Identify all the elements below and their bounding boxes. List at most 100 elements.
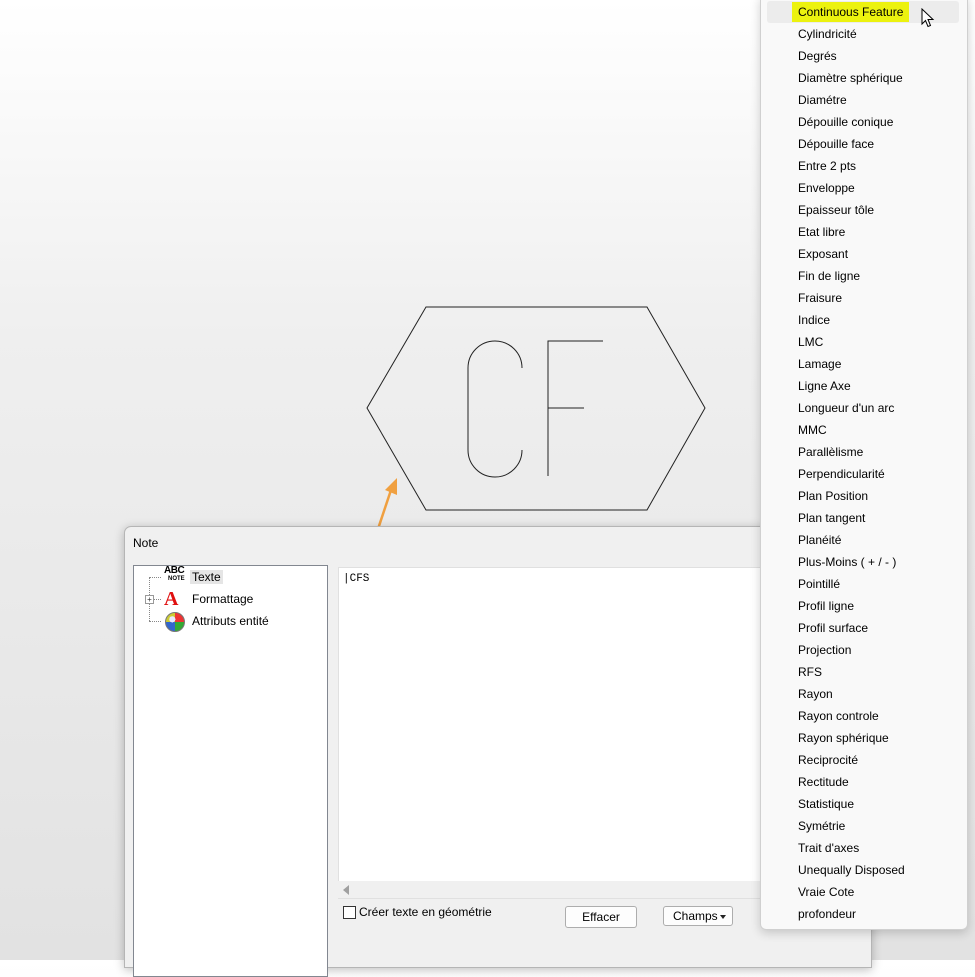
menu-item[interactable]: Perpendicularité [767, 463, 959, 485]
menu-item-label: profondeur [798, 907, 857, 921]
effacer-button[interactable]: Effacer [565, 906, 637, 928]
menu-item-label: Cylindricité [798, 27, 857, 41]
menu-item-label: Rayon sphérique [798, 731, 889, 745]
menu-item[interactable]: Fin de ligne [767, 265, 959, 287]
menu-item[interactable]: Unequally Disposed [767, 859, 959, 881]
menu-item-label: Longueur d'un arc [798, 401, 895, 415]
text-format-a-icon: A [164, 588, 179, 610]
menu-item[interactable]: Diamétre [767, 89, 959, 111]
menu-item[interactable]: profondeur [767, 903, 959, 925]
menu-item[interactable]: Degrés [767, 45, 959, 67]
menu-item-label: Plus-Moins ( + / - ) [798, 555, 897, 569]
tree-item-formattage[interactable]: A Formattage [164, 588, 255, 610]
menu-item[interactable]: Longueur d'un arc [767, 397, 959, 419]
menu-item[interactable]: Epaisseur tôle [767, 199, 959, 221]
menu-item[interactable]: Rayon controle [767, 705, 959, 727]
tree-item-attributs-entite[interactable]: Attributs entité [164, 612, 271, 632]
menu-item-label: Parallèlisme [798, 445, 864, 459]
menu-item[interactable]: Profil ligne [767, 595, 959, 617]
menu-item-label: Diamètre sphérique [798, 71, 903, 85]
menu-item-label: Reciprocité [798, 753, 859, 767]
menu-item-label: Plan tangent [798, 511, 866, 525]
menu-item-label: Trait d'axes [798, 841, 860, 855]
menu-item-label: Indice [798, 313, 831, 327]
checkbox-box[interactable] [343, 905, 356, 919]
menu-item[interactable]: RFS [767, 661, 959, 683]
menu-item-label: Unequally Disposed [798, 863, 905, 877]
menu-item-label: Rayon controle [798, 709, 879, 723]
menu-item[interactable]: Enveloppe [767, 177, 959, 199]
menu-item[interactable]: Plan tangent [767, 507, 959, 529]
champs-dropdown-button[interactable]: Champs [663, 906, 733, 926]
menu-item[interactable]: Rayon [767, 683, 959, 705]
menu-item[interactable]: Statistique [767, 793, 959, 815]
menu-item-label: Dépouille face [798, 137, 875, 151]
tree-item-label: Attributs entité [192, 614, 269, 628]
menu-item[interactable]: Diamètre sphérique [767, 67, 959, 89]
dialog-title: Note [133, 536, 159, 550]
menu-item-label: Epaisseur tôle [798, 203, 875, 217]
tree-item-label: Texte [190, 570, 223, 584]
menu-item[interactable]: MMC [767, 419, 959, 441]
menu-item[interactable]: Dépouille conique [767, 111, 959, 133]
menu-item-label: Ligne Axe [798, 379, 851, 393]
menu-item-label: Plan Position [798, 489, 869, 503]
menu-item-label: Enveloppe [798, 181, 855, 195]
menu-item[interactable]: Symétrie [767, 815, 959, 837]
tree-item-texte[interactable]: ABC NOTE Texte [164, 565, 223, 586]
champs-popup-menu[interactable]: Continuous Feature Cylindricité Degrés Diam… [760, 0, 968, 930]
menu-item-label: LMC [798, 335, 824, 349]
champs-label: Champs [673, 909, 718, 923]
continuous-feature-hexagon-symbol[interactable] [366, 306, 706, 511]
menu-item[interactable]: Projection [767, 639, 959, 661]
symbol-letter-c [467, 340, 523, 478]
note-options-tree[interactable]: + ABC NOTE Texte A Formattage Attributs … [133, 565, 328, 977]
menu-item[interactable]: Vraie Cote [767, 881, 959, 903]
menu-item-label: Fraisure [798, 291, 843, 305]
note-text-editor[interactable]: |CFS [338, 567, 780, 899]
menu-item-label: Rectitude [798, 775, 849, 789]
menu-item[interactable]: Fraisure [767, 287, 959, 309]
menu-item[interactable]: Pointillé [767, 573, 959, 595]
menu-item-label: Entre 2 pts [798, 159, 857, 173]
chevron-down-icon [720, 915, 726, 919]
menu-item-label: Statistique [798, 797, 855, 811]
menu-item[interactable]: Dépouille face [767, 133, 959, 155]
menu-item-label: Lamage [798, 357, 842, 371]
menu-item[interactable]: Plan Position [767, 485, 959, 507]
menu-item[interactable]: Profil surface [767, 617, 959, 639]
tree-item-label: Formattage [192, 592, 254, 606]
expand-formattage-icon[interactable]: + [145, 595, 154, 604]
menu-item-label: MMC [798, 423, 827, 437]
menu-item-label: Continuous Feature [792, 2, 910, 22]
menu-item-label: Planéité [798, 533, 842, 547]
palette-icon [165, 612, 185, 632]
menu-item-label: Degrés [798, 49, 837, 63]
menu-item-label: Dépouille conique [798, 115, 894, 129]
menu-item-label: Rayon [798, 687, 833, 701]
horizontal-scrollbar[interactable] [338, 881, 778, 898]
menu-item[interactable]: LMC [767, 331, 959, 353]
menu-item-label: Profil surface [798, 621, 869, 635]
menu-item[interactable]: Planéité [767, 529, 959, 551]
menu-item[interactable]: Etat libre [767, 221, 959, 243]
scroll-left-icon[interactable] [343, 885, 349, 895]
menu-item[interactable]: Lamage [767, 353, 959, 375]
menu-item[interactable]: Rayon sphérique [767, 727, 959, 749]
menu-item[interactable]: Parallèlisme [767, 441, 959, 463]
menu-item-label: Profil ligne [798, 599, 855, 613]
menu-item[interactable]: Exposant [767, 243, 959, 265]
menu-item[interactable]: Ligne Axe [767, 375, 959, 397]
menu-item-label: RFS [798, 665, 822, 679]
abc-note-icon: ABC NOTE [164, 565, 185, 582]
menu-item-label: Projection [798, 643, 852, 657]
menu-item-label: Pointillé [798, 577, 841, 591]
menu-item[interactable]: Indice [767, 309, 959, 331]
create-text-geometry-checkbox[interactable]: Créer texte en géométrie [343, 905, 492, 919]
menu-item[interactable]: Plus-Moins ( + / - ) [767, 551, 959, 573]
menu-item[interactable]: Entre 2 pts [767, 155, 959, 177]
menu-item[interactable]: Rectitude [767, 771, 959, 793]
menu-item[interactable]: Reciprocité [767, 749, 959, 771]
menu-item-label: Etat libre [798, 225, 846, 239]
menu-item[interactable]: Trait d'axes [767, 837, 959, 859]
